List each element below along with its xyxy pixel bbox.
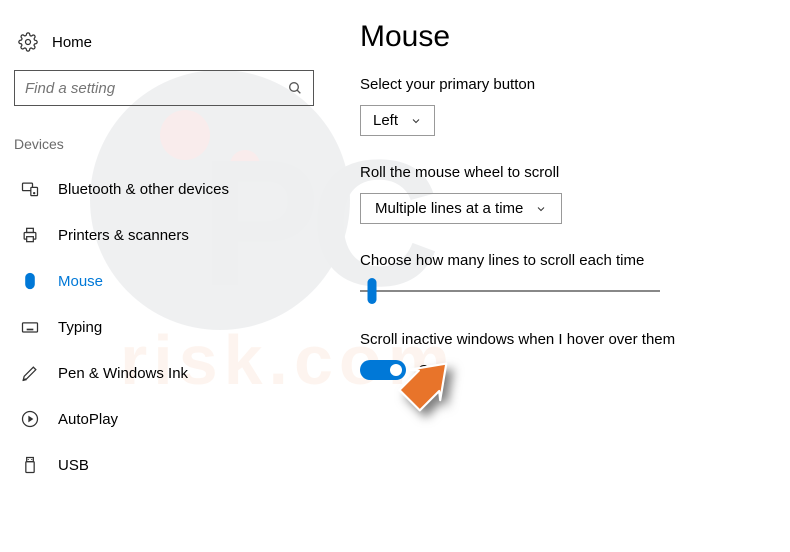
home-label: Home — [52, 34, 92, 51]
search-input[interactable] — [25, 80, 287, 97]
bluetooth-devices-icon — [20, 179, 40, 199]
gear-icon — [18, 32, 38, 52]
settings-sidebar: Home Devices Bluetooth & other devices — [0, 0, 320, 552]
lines-scroll-label: Choose how many lines to scroll each tim… — [360, 252, 770, 269]
search-icon — [287, 80, 303, 96]
sidebar-item-label: Pen & Windows Ink — [58, 365, 188, 382]
sidebar-item-label: Typing — [58, 319, 102, 336]
sidebar-item-label: Printers & scanners — [58, 227, 189, 244]
sidebar-category: Devices — [14, 136, 312, 166]
chevron-down-icon — [535, 203, 547, 215]
sidebar-item-pen[interactable]: Pen & Windows Ink — [14, 350, 312, 396]
annotation-arrow — [394, 354, 466, 426]
search-box[interactable] — [14, 70, 314, 106]
sidebar-item-mouse[interactable]: Mouse — [14, 258, 312, 304]
sidebar-item-label: USB — [58, 457, 89, 474]
inactive-scroll-label: Scroll inactive windows when I hover ove… — [360, 331, 770, 348]
sidebar-item-printers[interactable]: Printers & scanners — [14, 212, 312, 258]
home-link[interactable]: Home — [14, 28, 312, 70]
slider-thumb[interactable] — [368, 278, 377, 304]
usb-icon — [20, 455, 40, 475]
primary-button-label: Select your primary button — [360, 76, 770, 93]
sidebar-item-label: Bluetooth & other devices — [58, 181, 229, 198]
sidebar-item-usb[interactable]: USB — [14, 442, 312, 488]
sidebar-item-label: AutoPlay — [58, 411, 118, 428]
wheel-scroll-value: Multiple lines at a time — [375, 200, 523, 217]
autoplay-icon — [20, 409, 40, 429]
slider-track — [360, 290, 660, 292]
wheel-scroll-select[interactable]: Multiple lines at a time — [360, 193, 562, 224]
page-title: Mouse — [360, 20, 770, 54]
sidebar-item-typing[interactable]: Typing — [14, 304, 312, 350]
primary-button-select[interactable]: Left — [360, 105, 435, 136]
pen-icon — [20, 363, 40, 383]
main-panel: Mouse Select your primary button Left Ro… — [320, 0, 790, 552]
wheel-scroll-label: Roll the mouse wheel to scroll — [360, 164, 770, 181]
sidebar-item-label: Mouse — [58, 273, 103, 290]
chevron-down-icon — [410, 115, 422, 127]
sidebar-item-autoplay[interactable]: AutoPlay — [14, 396, 312, 442]
lines-scroll-slider[interactable] — [360, 281, 660, 301]
keyboard-icon — [20, 317, 40, 337]
printer-icon — [20, 225, 40, 245]
mouse-icon — [20, 271, 40, 291]
primary-button-value: Left — [373, 112, 398, 129]
sidebar-item-bluetooth[interactable]: Bluetooth & other devices — [14, 166, 312, 212]
